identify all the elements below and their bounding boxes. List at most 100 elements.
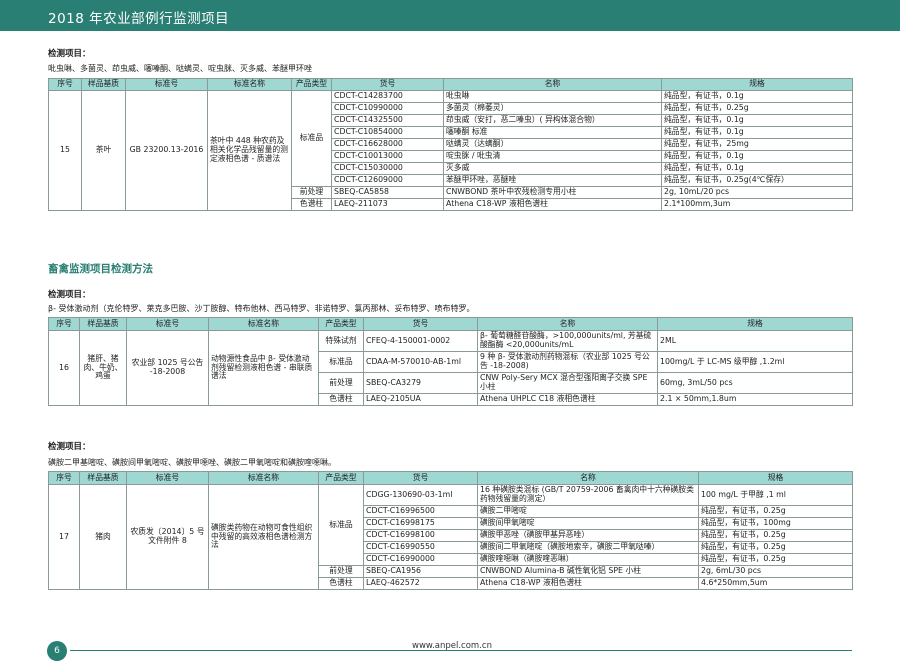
- product-type-cell: 色谱柱: [318, 577, 364, 590]
- spec-cell: 纯品型，有证书，100mg: [698, 517, 853, 530]
- spec-cell: 2.1 × 50mm,1.8um: [657, 393, 853, 406]
- footer-website: www.anpel.com.cn: [412, 641, 492, 651]
- column-header: 标准号: [126, 317, 209, 331]
- spec-cell: 纯品型，有证书，0.1g: [661, 162, 853, 175]
- product-name-cell: 吡虫啉: [443, 90, 662, 103]
- spec-cell: 纯品型，有证书，0.25g: [698, 529, 853, 542]
- section-title-livestock: 畜禽监测项目检测方法: [48, 263, 153, 275]
- catalog-no-cell: LAEQ-2105UA: [363, 393, 478, 406]
- spec-cell: 100 mg/L 于甲醇 ,1 ml: [698, 484, 853, 506]
- column-header: 序号: [48, 317, 80, 331]
- catalog-no-cell: CDCT-C16990000: [363, 553, 478, 566]
- product-name-cell: β- 葡萄糖醛苷酸酶，>100,000units/ml, 芳基硫酸酯酶 <20,…: [477, 330, 658, 352]
- product-name-cell: Athena C18-WP 液相色谱柱: [443, 198, 662, 211]
- column-header: 名称: [443, 78, 662, 91]
- catalog-no-cell: SBEQ-CA3279: [363, 372, 478, 394]
- product-name-cell: Athena C18-WP 液相色谱柱: [477, 577, 699, 590]
- spec-cell: 纯品型，有证书，0.25g: [698, 553, 853, 566]
- column-header: 序号: [48, 78, 82, 91]
- spec-cell: 2ML: [657, 330, 853, 352]
- spec-cell: 100mg/L 于 LC-MS 级甲醇 ,1.2ml: [657, 351, 853, 373]
- product-name-cell: 磺胺间二甲氧嘧啶（磺胺地索辛，磺胺二甲氧哒嗪）: [477, 541, 699, 554]
- seq-cell: 17: [48, 484, 80, 590]
- product-name-cell: 茚虫威（安打，恶二嗪虫）( 异构体混合物）: [443, 114, 662, 127]
- product-name-cell: 磺胺甲恶唑（磺胺甲基异恶唑）: [477, 529, 699, 542]
- std-name-cell: 茶叶中 448 种农药及相关化学品残留量的测定液相色谱 - 质谱法: [207, 90, 292, 211]
- matrix-cell: 茶叶: [81, 90, 126, 211]
- product-name-cell: Athena UHPLC C18 液相色谱柱: [477, 393, 658, 406]
- column-header: 货号: [363, 317, 478, 331]
- catalog-no-cell: CDGG-130690-03-1ml: [363, 484, 478, 506]
- product-type-cell: 前处理: [318, 565, 364, 578]
- catalog-no-cell: SBEQ-CA1956: [363, 565, 478, 578]
- test-table-1: 序号 样品基质 标准号 标准名称 产品类型 货号 名称 规格 15 茶叶 GB 23200.13-…: [48, 78, 853, 211]
- seq-cell: 15: [48, 90, 82, 211]
- spec-cell: 4.6*250mm,5um: [698, 577, 853, 590]
- column-header: 样品基质: [79, 471, 127, 485]
- spec-cell: 纯品型，有证书，0.25g(4℃保存）: [661, 174, 853, 187]
- column-header: 标准名称: [208, 317, 319, 331]
- product-type-cell: 标准品: [291, 90, 332, 187]
- test-table-3: 序号 样品基质 标准号 标准名称 产品类型 货号 名称 规格 17 猪肉 农质发〔2014〕5 号…: [48, 471, 853, 590]
- product-name-cell: 灭多威: [443, 162, 662, 175]
- column-header: 规格: [661, 78, 853, 91]
- matrix-cell: 猪肝、猪肉、牛奶、鸡蛋: [79, 330, 127, 406]
- page-number: 6: [47, 641, 67, 661]
- test-table-2: 序号 样品基质 标准号 标准名称 产品类型 货号 名称 规格 16 猪肝、猪肉、牛奶、鸡蛋 农业部…: [48, 317, 853, 406]
- product-name-cell: CNW Poly-Sery MCX 混合型强阳离子交换 SPE 小柱: [477, 372, 658, 394]
- detect-items-3: 磺胺二甲基嘧啶、磺胺间甲氧嘧啶、磺胺甲噁唑、磺胺二甲氧嘧啶和磺胺喹噁啉。: [48, 458, 336, 467]
- column-header: 货号: [363, 471, 478, 485]
- product-name-cell: 啶虫脒 / 吡虫清: [443, 150, 662, 163]
- spec-cell: 60mg, 3mL/50 pcs: [657, 372, 853, 394]
- detect-items-label-2: 检测项目：: [48, 290, 91, 300]
- column-header: 产品类型: [318, 317, 364, 331]
- catalog-no-cell: CFEQ-4-150001-0002: [363, 330, 478, 352]
- column-header: 规格: [698, 471, 853, 485]
- spec-cell: 2g, 6mL/30 pcs: [698, 565, 853, 578]
- catalog-no-cell: LAEQ-462572: [363, 577, 478, 590]
- page-title: 2018 年农业部例行监测项目: [48, 11, 230, 27]
- table-row: 16 猪肝、猪肉、牛奶、鸡蛋 农业部 1025 号公告 -18-2008 动物源性食品…: [48, 330, 853, 406]
- product-name-cell: 9 种 β- 受体激动剂药物混标（农业部 1025 号公告 -18-2008): [477, 351, 658, 373]
- column-header: 标准名称: [208, 471, 319, 485]
- column-header: 规格: [657, 317, 853, 331]
- product-name-cell: 磺胺喹噁啉（磺胺喹恶啉）: [477, 553, 699, 566]
- column-header: 产品类型: [318, 471, 364, 485]
- product-name-cell: 哒螨灵（达螨酮）: [443, 138, 662, 151]
- product-name-cell: 磺胺间甲氧嘧啶: [477, 517, 699, 530]
- spec-cell: 纯品型，有证书，0.1g: [661, 150, 853, 163]
- spec-cell: 2.1*100mm,3um: [661, 198, 853, 211]
- column-header: 标准号: [126, 471, 209, 485]
- spec-cell: 2g, 10mL/20 pcs: [661, 186, 853, 199]
- spec-cell: 纯品型，有证书，0.1g: [661, 90, 853, 103]
- catalog-no-cell: CDCT-C16998175: [363, 517, 478, 530]
- product-name-cell: 多菌灵（棉萎灵）: [443, 102, 662, 115]
- product-type-cell: 标准品: [318, 484, 364, 566]
- detect-items-1: 吡虫啉、多菌灵、茚虫威、噻嗪酮、哒螨灵、啶虫脒、灭多威、苯醚甲环唑: [48, 64, 312, 73]
- spec-cell: 纯品型，有证书，0.1g: [661, 126, 853, 139]
- product-name-cell: 噻嗪酮 标准: [443, 126, 662, 139]
- catalog-no-cell: CDCT-C10990000: [331, 102, 444, 115]
- catalog-no-cell: CDCT-C14325500: [331, 114, 444, 127]
- detect-items-label-3: 检测项目：: [48, 442, 91, 452]
- detect-items-label-1: 检测项目：: [48, 49, 91, 59]
- column-header: 产品类型: [291, 78, 332, 91]
- column-header: 名称: [477, 317, 658, 331]
- product-name-cell: 磺胺二甲嘧啶: [477, 505, 699, 518]
- spec-cell: 纯品型，有证书，0.25g: [661, 102, 853, 115]
- column-header: 名称: [477, 471, 699, 485]
- catalog-no-cell: CDCT-C12609000: [331, 174, 444, 187]
- catalog-no-cell: CDCT-C15030000: [331, 162, 444, 175]
- spec-cell: 纯品型，有证书，0.25g: [698, 541, 853, 554]
- product-type-cell: 色谱柱: [291, 198, 332, 211]
- product-type-cell: 前处理: [291, 186, 332, 199]
- catalog-no-cell: CDCT-C10013000: [331, 150, 444, 163]
- product-name-cell: CNWBOND Alumina-B 碱性氧化铝 SPE 小柱: [477, 565, 699, 578]
- std-no-cell: GB 23200.13-2016: [125, 90, 208, 211]
- std-no-cell: 农质发〔2014〕5 号文件附件 8: [126, 484, 209, 590]
- catalog-no-cell: CDCT-C16990550: [363, 541, 478, 554]
- product-type-cell: 前处理: [318, 372, 364, 394]
- product-type-cell: 特殊试剂: [318, 330, 364, 352]
- column-header: 标准号: [125, 78, 208, 91]
- column-header: 标准名称: [207, 78, 292, 91]
